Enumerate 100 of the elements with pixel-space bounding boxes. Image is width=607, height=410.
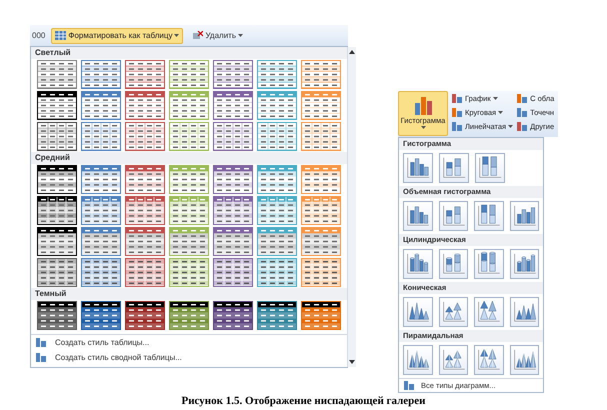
table-style-thumbnail[interactable] bbox=[214, 92, 252, 119]
table-style-thumbnail[interactable] bbox=[258, 302, 296, 329]
chart-type-icon[interactable] bbox=[474, 345, 504, 375]
chart-type-icon[interactable] bbox=[475, 153, 505, 183]
chart-type-icon[interactable] bbox=[510, 249, 539, 279]
table-style-thumbnail[interactable] bbox=[302, 228, 340, 255]
table-style-thumbnail[interactable] bbox=[214, 259, 252, 286]
chart-type-icon[interactable] bbox=[403, 297, 432, 327]
table-style-thumbnail[interactable] bbox=[126, 166, 164, 193]
menu-item[interactable]: Создать стиль сводной таблицы... bbox=[31, 350, 347, 365]
chart-type-icon[interactable] bbox=[474, 297, 504, 327]
chart-icon bbox=[451, 93, 463, 104]
delete-button[interactable]: Удалить bbox=[193, 30, 243, 42]
caret-icon bbox=[174, 34, 180, 37]
table-style-thumbnail[interactable] bbox=[82, 228, 120, 255]
scrollbar[interactable] bbox=[347, 47, 356, 367]
chart-type-icon[interactable] bbox=[474, 249, 504, 279]
chart-type-icon[interactable] bbox=[438, 297, 468, 327]
table-style-thumbnail[interactable] bbox=[258, 92, 296, 119]
table-style-thumbnail[interactable] bbox=[214, 228, 252, 255]
table-style-thumbnail[interactable] bbox=[38, 92, 76, 119]
chart-type-icon[interactable] bbox=[403, 201, 432, 231]
table-style-thumbnail[interactable] bbox=[170, 259, 208, 286]
chart-type-icon[interactable] bbox=[510, 297, 539, 327]
table-style-thumbnail[interactable] bbox=[302, 259, 340, 286]
table-style-thumbnail[interactable] bbox=[170, 228, 208, 255]
table-style-thumbnail[interactable] bbox=[126, 92, 164, 119]
chart-icon bbox=[451, 107, 463, 118]
table-style-thumbnail[interactable] bbox=[302, 197, 340, 224]
table-style-thumbnail[interactable] bbox=[82, 61, 120, 88]
caret-icon bbox=[492, 97, 498, 100]
table-style-thumbnail[interactable] bbox=[302, 61, 340, 88]
chart-type-icon[interactable] bbox=[474, 201, 504, 231]
table-style-thumbnail[interactable] bbox=[214, 166, 252, 193]
caret-icon bbox=[238, 34, 243, 37]
table-style-thumbnail[interactable] bbox=[258, 228, 296, 255]
section-header: Темный bbox=[31, 288, 347, 300]
table-style-thumbnail[interactable] bbox=[126, 61, 164, 88]
chart-type-icon[interactable] bbox=[510, 201, 539, 231]
table-style-thumbnail[interactable] bbox=[38, 228, 76, 255]
table-icon bbox=[55, 31, 66, 40]
table-style-thumbnail[interactable] bbox=[170, 92, 208, 119]
chart-type-icon[interactable] bbox=[439, 153, 469, 183]
table-style-thumbnail[interactable] bbox=[82, 302, 120, 329]
table-style-thumbnail[interactable] bbox=[258, 259, 296, 286]
table-style-thumbnail[interactable] bbox=[82, 92, 120, 119]
chart-icon bbox=[403, 380, 415, 391]
table-style-thumbnail[interactable] bbox=[214, 123, 252, 150]
number-format-label: 000 bbox=[32, 30, 46, 42]
table-style-thumbnail[interactable] bbox=[38, 166, 76, 193]
chart-type-icon[interactable] bbox=[438, 345, 468, 375]
chart-type-icon[interactable] bbox=[403, 249, 432, 279]
table-style-thumbnail[interactable] bbox=[302, 166, 340, 193]
chart-icon bbox=[516, 121, 528, 132]
table-style-thumbnail[interactable] bbox=[170, 61, 208, 88]
table-style-thumbnail[interactable] bbox=[126, 259, 164, 286]
table-style-thumbnail[interactable] bbox=[82, 123, 120, 150]
table-style-thumbnail[interactable] bbox=[126, 302, 164, 329]
chart-icon bbox=[516, 93, 528, 104]
table-style-thumbnail[interactable] bbox=[214, 197, 252, 224]
table-style-thumbnail[interactable] bbox=[38, 123, 76, 150]
caret-icon bbox=[498, 111, 504, 114]
chart-type-icon[interactable] bbox=[438, 249, 468, 279]
menu-item[interactable]: Создать стиль таблицы... bbox=[31, 335, 347, 350]
table-style-thumbnail[interactable] bbox=[38, 259, 76, 286]
bar-chart-icon bbox=[413, 95, 433, 115]
figure-caption: Рисунок 1.5. Отображение ниспадающей галереи bbox=[181, 394, 426, 409]
table-style-thumbnail[interactable] bbox=[170, 166, 208, 193]
format-as-table-button[interactable]: Форматировать как таблицу bbox=[51, 28, 184, 44]
table-style-thumbnail[interactable] bbox=[82, 259, 120, 286]
chart-type-icon[interactable] bbox=[403, 153, 433, 183]
table-style-thumbnail[interactable] bbox=[38, 197, 76, 224]
table-style-thumbnail[interactable] bbox=[126, 197, 164, 224]
chart-icon bbox=[35, 352, 47, 363]
table-style-thumbnail[interactable] bbox=[82, 197, 120, 224]
table-style-thumbnail[interactable] bbox=[170, 302, 208, 329]
table-style-thumbnail[interactable] bbox=[214, 61, 252, 88]
table-style-thumbnail[interactable] bbox=[302, 92, 340, 119]
table-style-thumbnail[interactable] bbox=[38, 61, 76, 88]
table-style-thumbnail[interactable] bbox=[258, 197, 296, 224]
table-style-thumbnail[interactable] bbox=[126, 228, 164, 255]
chart-icon bbox=[451, 121, 463, 132]
table-style-thumbnail[interactable] bbox=[170, 123, 208, 150]
table-style-thumbnail[interactable] bbox=[38, 302, 76, 329]
table-style-thumbnail[interactable] bbox=[302, 123, 340, 150]
chart-type-icon[interactable] bbox=[438, 201, 468, 231]
chart-type-icon[interactable] bbox=[403, 345, 432, 375]
table-style-thumbnail[interactable] bbox=[82, 166, 120, 193]
delete-cells-icon bbox=[193, 31, 204, 40]
table-style-thumbnail[interactable] bbox=[214, 302, 252, 329]
scroll-down-icon[interactable] bbox=[348, 358, 356, 366]
table-style-thumbnail[interactable] bbox=[170, 197, 208, 224]
table-style-thumbnail[interactable] bbox=[258, 123, 296, 150]
chart-type-icon[interactable] bbox=[510, 345, 539, 375]
table-style-thumbnail[interactable] bbox=[126, 123, 164, 150]
table-style-thumbnail[interactable] bbox=[258, 166, 296, 193]
table-style-thumbnail[interactable] bbox=[258, 61, 296, 88]
table-style-thumbnail[interactable] bbox=[302, 302, 340, 329]
caret-icon bbox=[508, 125, 514, 128]
scroll-up-icon[interactable] bbox=[348, 48, 356, 56]
